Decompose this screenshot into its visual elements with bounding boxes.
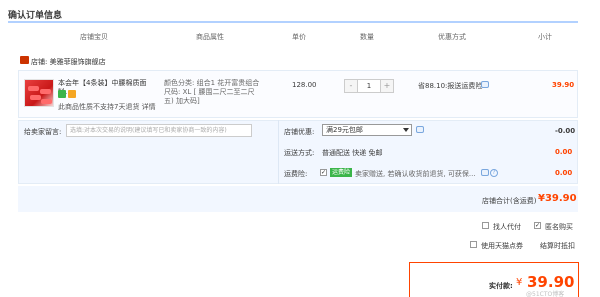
attr-size: 尺码: XL [ 腰围二尺二至二尺 <box>164 88 255 96</box>
watermark: @51CTO博客 <box>526 291 565 297</box>
title-divider <box>8 21 578 23</box>
shop-promo-select[interactable]: 满29元包邮 <box>322 124 412 136</box>
store-total-amount: ¥39.90 <box>538 193 577 204</box>
shipping-method: 普通配送 快递 免邮 <box>322 149 383 157</box>
chat-icon[interactable] <box>416 126 424 133</box>
product-attributes: 颜色分类: 组合1 花开富贵组合 尺码: XL [ 腰围二尺二至二尺 五) 加大… <box>164 79 264 106</box>
payment-label: 实付款: <box>489 282 513 290</box>
anonymous-buy-label[interactable]: 匿名购买 <box>545 222 573 232</box>
options-divider <box>278 120 279 184</box>
qty-input[interactable]: 1 <box>357 80 381 92</box>
col-header-subtotal: 小计 <box>538 33 552 41</box>
insurance-text: 卖家赠送, 若确认收货前退货, 可获保... <box>355 170 476 178</box>
item-subtotal: 39.90 <box>552 81 575 89</box>
chevron-down-icon <box>403 128 409 132</box>
insurance-tag: 运费险 <box>330 168 353 177</box>
attr-color: 颜色分类: 组合1 花开富贵组合 <box>164 79 260 87</box>
shop-promo-amount: -0.00 <box>555 127 576 135</box>
help-icon[interactable]: ? <box>490 169 498 177</box>
shop-promo-label: 店铺优惠: <box>284 128 315 136</box>
col-header-attributes: 商品属性 <box>196 33 224 41</box>
col-header-price: 单价 <box>292 33 306 41</box>
shop-promo-selected: 满29元包邮 <box>326 126 363 134</box>
shop-icon <box>20 56 29 64</box>
tmall-points-checkbox[interactable] <box>470 241 477 248</box>
attr-size-cont: 五) 加大码] <box>164 97 200 105</box>
return-policy-note[interactable]: 此商品性质不支持7天退货 详情 <box>58 102 156 112</box>
card-badge-icon <box>68 90 76 98</box>
qty-decrease-button[interactable]: - <box>345 80 357 92</box>
seller-message-input[interactable]: 选填:对本次交易的说明(建议填写已和卖家协商一致的内容) <box>66 124 252 137</box>
col-header-discount: 优惠方式 <box>438 33 466 41</box>
quantity-stepper: - 1 + <box>344 79 394 93</box>
qty-increase-button[interactable]: + <box>381 80 393 92</box>
col-header-item: 店铺宝贝 <box>80 33 108 41</box>
shop-name-link[interactable]: 店铺: 美雅菲服饰旗舰店 <box>31 57 106 67</box>
insurance-amount: 0.00 <box>555 169 573 177</box>
payment-currency: ¥ <box>516 277 523 288</box>
tmall-points-label[interactable]: 使用天猫点券 <box>481 241 523 251</box>
anonymous-buy-checkbox[interactable] <box>534 222 541 229</box>
promo-text: 省88.10:报送运费险 <box>418 82 483 90</box>
shipping-label: 运送方式: <box>284 149 315 157</box>
pay-for-me-checkbox[interactable] <box>482 222 489 229</box>
message-label: 给卖家留言: <box>24 128 62 136</box>
unit-price: 128.00 <box>292 81 317 89</box>
store-total-label: 店铺合计(含运费) <box>482 197 537 205</box>
insurance-checkbox[interactable] <box>320 169 327 176</box>
guarantee-badge-icon <box>58 90 66 98</box>
page-title: 确认订单信息 <box>8 11 63 21</box>
chat-icon[interactable] <box>481 169 489 176</box>
shipping-amount: 0.00 <box>555 148 573 156</box>
col-header-quantity: 数量 <box>360 33 374 41</box>
chat-icon[interactable] <box>481 81 489 88</box>
insurance-label: 运费险: <box>284 170 308 178</box>
pay-for-me-label[interactable]: 找人代付 <box>493 222 521 232</box>
product-thumbnail[interactable] <box>24 79 54 107</box>
points-deduct-label: 结算时抵扣 <box>540 242 575 250</box>
